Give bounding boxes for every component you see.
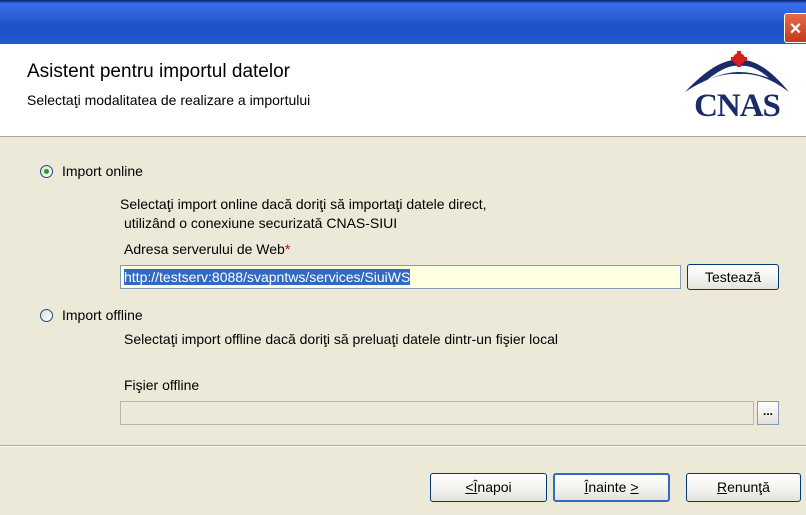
next-label: nainte bbox=[588, 479, 627, 495]
url-label-text: Adresa serverului de Web bbox=[124, 241, 285, 257]
online-description-line1: Selectaţi import online dacă doriţi să i… bbox=[120, 196, 487, 212]
back-button[interactable]: <Înapoi bbox=[430, 473, 547, 502]
import-wizard-window: × Asistent pentru importul datelor Selec… bbox=[0, 0, 806, 515]
radio-online-label: Import online bbox=[62, 163, 143, 179]
radio-online-indicator[interactable] bbox=[40, 164, 53, 178]
cnas-logo-text: CNAS bbox=[694, 88, 781, 124]
close-button[interactable]: × bbox=[784, 13, 806, 43]
next-suffix: > bbox=[630, 479, 639, 495]
test-connection-button[interactable]: Testează bbox=[687, 264, 779, 290]
radio-offline-label: Import offline bbox=[62, 307, 143, 323]
cancel-accel: R bbox=[717, 479, 728, 495]
offline-description: Selectaţi import offline dacă doriţi să … bbox=[124, 331, 558, 347]
cancel-button[interactable]: Renunţă bbox=[686, 473, 801, 502]
cnas-logo: CNAS bbox=[677, 50, 797, 130]
back-label: napoi bbox=[477, 479, 512, 495]
wizard-body: Import online Selectaţi import online da… bbox=[0, 137, 806, 445]
url-label: Adresa serverului de Web* bbox=[124, 241, 290, 257]
wizard-header: Asistent pentru importul datelor Selecta… bbox=[0, 44, 806, 137]
back-prefix: < bbox=[465, 479, 474, 495]
title-bar: × bbox=[0, 0, 806, 45]
radio-offline-indicator[interactable] bbox=[40, 308, 53, 322]
file-label: Fişier offline bbox=[124, 377, 200, 393]
wizard-subtitle: Selectaţi modalitatea de realizare a imp… bbox=[27, 92, 311, 108]
server-url-input[interactable]: http://testserv:8088/svapntws/services/S… bbox=[120, 265, 681, 289]
server-url-value: http://testserv:8088/svapntws/services/S… bbox=[124, 269, 411, 285]
offline-file-input bbox=[120, 401, 754, 425]
radio-import-offline[interactable]: Import offline bbox=[40, 307, 143, 323]
cancel-label: enunţă bbox=[727, 479, 770, 495]
wizard-footer: <Înapoi Înainte > Renunţă bbox=[0, 445, 806, 515]
online-description-line2: utilizând o conexiune securizată CNAS-SI… bbox=[124, 215, 398, 231]
next-button[interactable]: Înainte > bbox=[553, 473, 670, 502]
wizard-title: Asistent pentru importul datelor bbox=[27, 61, 290, 82]
required-mark: * bbox=[284, 241, 291, 257]
browse-file-button[interactable]: ... bbox=[757, 401, 779, 425]
radio-import-online[interactable]: Import online bbox=[40, 163, 143, 179]
